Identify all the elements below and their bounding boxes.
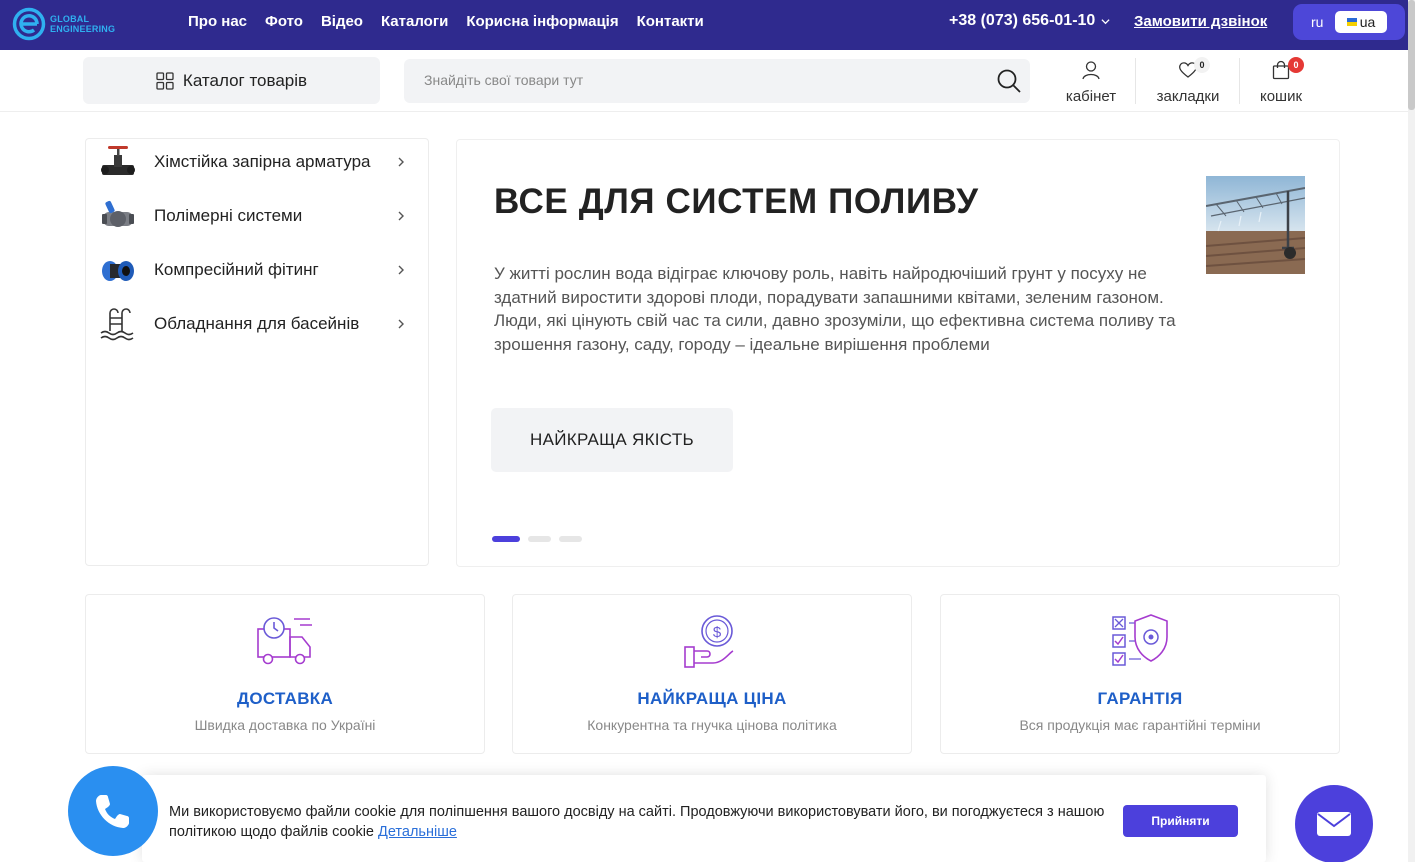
bookmarks-label: закладки xyxy=(1156,88,1220,105)
ukraine-flag-icon xyxy=(1346,18,1357,26)
call-float-button[interactable] xyxy=(68,766,158,856)
price-hand-icon: $ xyxy=(684,615,734,668)
logo[interactable]: GLOBAL ENGINEERING xyxy=(12,6,142,42)
slider-dots xyxy=(492,536,582,542)
hero-title: ВСЕ ДЛЯ СИСТЕМ ПОЛИВУ xyxy=(494,182,979,221)
bookmarks-count-badge: 0 xyxy=(1194,57,1210,73)
nav-catalogs[interactable]: Каталоги xyxy=(381,13,448,30)
feature-title: ДОСТАВКА xyxy=(236,689,334,708)
header-bar: Каталог товарів кабінет 0 закладки xyxy=(0,50,1408,112)
feature-subtitle: Вся продукція має гарантійні терміни xyxy=(1019,717,1261,733)
user-icon xyxy=(1082,61,1100,80)
feature-subtitle: Швидка доставка по Україні xyxy=(194,717,376,733)
cabinet-action[interactable]: кабінет xyxy=(1063,57,1119,105)
valve-icon xyxy=(101,146,135,175)
nav-video[interactable]: Відео xyxy=(321,13,363,30)
cabinet-label: кабінет xyxy=(1065,88,1117,105)
hero-slider: ВСЕ ДЛЯ СИСТЕМ ПОЛИВУ У житті рослин вод… xyxy=(456,139,1340,567)
svg-text:$: $ xyxy=(713,624,722,641)
phone-icon xyxy=(96,795,129,828)
category-panel: Хімстійка запірна арматура Полімерні сис… xyxy=(85,138,429,566)
cart-label: кошик xyxy=(1259,88,1303,105)
lang-ua-label: ua xyxy=(1359,14,1376,30)
nav-about[interactable]: Про нас xyxy=(188,13,247,30)
lang-ru[interactable]: ru xyxy=(1311,14,1323,30)
category-label: Полімерні системи xyxy=(154,206,303,225)
category-item[interactable]: Компресійний фітинг xyxy=(98,249,414,291)
logo-line-1: GLOBAL xyxy=(50,14,90,24)
category-item[interactable]: Хімстійка запірна арматура xyxy=(98,141,414,183)
pool-ladder-icon xyxy=(100,308,134,341)
category-label: Компресійний фітинг xyxy=(154,260,319,279)
scrollbar[interactable] xyxy=(1408,0,1415,862)
divider xyxy=(1239,58,1240,104)
category-label: Обладнання для басейнів xyxy=(154,314,360,333)
grid-icon xyxy=(156,71,174,90)
feature-title: ГАРАНТІЯ xyxy=(1097,689,1183,708)
top-nav: Про нас Фото Відео Каталоги Корисна інфо… xyxy=(188,13,722,30)
feature-delivery: ДОСТАВКА Швидка доставка по Україні xyxy=(85,594,485,754)
chevron-right-icon xyxy=(398,211,404,221)
logo-text: GLOBAL ENGINEERING xyxy=(50,14,115,34)
logo-mark-icon xyxy=(12,7,46,41)
bookmarks-action[interactable]: 0 закладки xyxy=(1152,57,1224,105)
phone-text: +38 (073) 656-01-10 xyxy=(949,12,1096,29)
search-box xyxy=(404,59,1030,103)
cookie-details-link[interactable]: Детальніше xyxy=(378,824,457,840)
cookie-banner: Ми використовуємо файли cookie для поліп… xyxy=(142,775,1266,862)
mail-icon xyxy=(1317,812,1351,836)
chevron-right-icon xyxy=(398,157,404,167)
search-icon[interactable] xyxy=(996,68,1022,94)
chevron-right-icon xyxy=(398,319,404,329)
category-label: Хімстійка запірна арматура xyxy=(154,152,371,171)
nav-contacts[interactable]: Контакти xyxy=(637,13,704,30)
feature-subtitle: Конкурентна та гнучка цінова політика xyxy=(587,717,837,733)
cookie-accept-button[interactable]: Прийняти xyxy=(1123,805,1238,837)
ball-valve-icon xyxy=(102,200,134,227)
top-bar: GLOBAL ENGINEERING Про нас Фото Відео Ка… xyxy=(0,0,1408,50)
phone-number[interactable]: +38 (073) 656-01-10 xyxy=(949,12,1110,30)
cookie-text: Ми використовуємо файли cookie для поліп… xyxy=(169,804,1105,840)
nav-photo[interactable]: Фото xyxy=(265,13,303,30)
cookie-text-block: Ми використовуємо файли cookie для поліп… xyxy=(169,803,1119,842)
divider xyxy=(1135,58,1136,104)
catalog-button-label: Каталог товарів xyxy=(182,70,308,90)
fitting-icon xyxy=(102,261,134,281)
feature-title: НАЙКРАЩА ЦІНА xyxy=(637,689,787,708)
feature-guarantee: ГАРАНТІЯ Вся продукція має гарантійні те… xyxy=(940,594,1340,754)
delivery-truck-icon xyxy=(257,617,312,665)
hero-button[interactable]: НАЙКРАЩА ЯКІСТЬ xyxy=(491,408,733,472)
mail-float-button[interactable] xyxy=(1295,785,1373,862)
slider-dot[interactable] xyxy=(528,536,551,542)
catalog-button[interactable]: Каталог товарів xyxy=(83,57,380,104)
search-input[interactable] xyxy=(424,72,984,88)
hero-text: У житті рослин вода відіграє ключову рол… xyxy=(494,264,1176,354)
cart-action[interactable]: 0 кошик xyxy=(1254,57,1308,105)
nav-useful-info[interactable]: Корисна інформація xyxy=(466,13,618,30)
feature-best-price: $ НАЙКРАЩА ЦІНА Конкурентна та гнучка ці… xyxy=(512,594,912,754)
lang-ua[interactable]: ua xyxy=(1335,11,1387,33)
chevron-down-icon xyxy=(1101,18,1110,24)
slider-dot[interactable] xyxy=(559,536,582,542)
slider-dot-active[interactable] xyxy=(492,536,520,542)
language-switcher: ru ua xyxy=(1293,4,1405,40)
cart-count-badge: 0 xyxy=(1288,57,1304,73)
guarantee-shield-icon xyxy=(1112,614,1168,666)
chevron-right-icon xyxy=(398,265,404,275)
irrigation-image xyxy=(1206,176,1305,274)
callback-link[interactable]: Замовити дзвінок xyxy=(1134,13,1267,30)
logo-line-2: ENGINEERING xyxy=(50,24,116,34)
irrigation-photo-icon xyxy=(1206,176,1305,274)
category-item[interactable]: Обладнання для басейнів xyxy=(98,303,414,345)
scrollbar-thumb[interactable] xyxy=(1408,0,1415,110)
category-item[interactable]: Полімерні системи xyxy=(98,195,414,237)
